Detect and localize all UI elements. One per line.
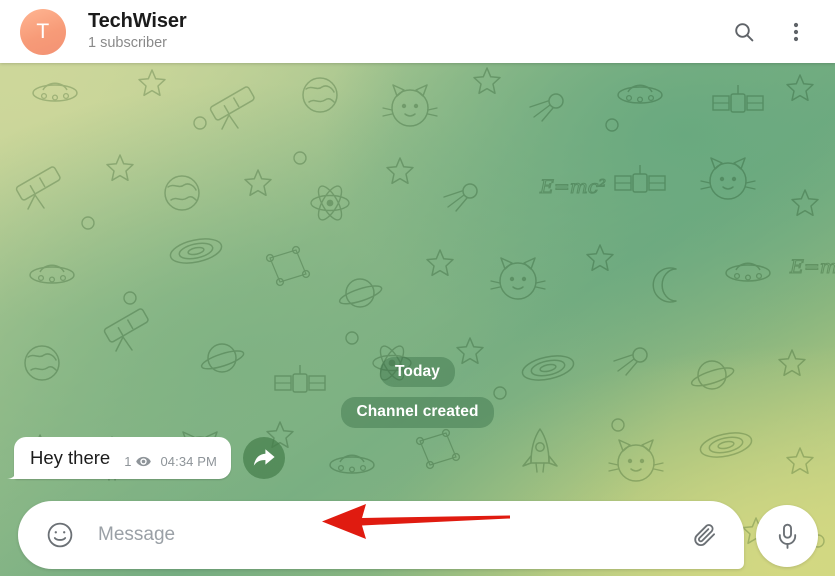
message-row: Hey there 1 04:34 PM — [14, 437, 285, 480]
view-count: 1 — [124, 454, 132, 470]
microphone-icon[interactable] — [756, 505, 818, 567]
service-message-channel-created: Channel created — [341, 397, 494, 428]
header-actions — [729, 17, 817, 47]
doodle-pattern-icon: E=mc² — [0, 63, 835, 576]
more-vertical-icon[interactable] — [781, 17, 811, 47]
message-bubble[interactable]: Hey there 1 04:34 PM — [14, 437, 231, 480]
avatar-letter: T — [36, 19, 50, 43]
eye-icon — [136, 456, 152, 467]
smiley-icon[interactable] — [44, 519, 76, 551]
forward-arrow-icon[interactable] — [242, 437, 285, 480]
telegram-channel-screen: T TechWiser 1 subscriber Today Channel c… — [0, 0, 835, 576]
message-composer — [18, 501, 744, 569]
chat-header: T TechWiser 1 subscriber — [0, 0, 835, 63]
avatar[interactable]: T — [20, 8, 66, 55]
message-time: 04:34 PM — [160, 454, 217, 470]
message-input[interactable] — [98, 524, 688, 546]
chat-header-text[interactable]: TechWiser 1 subscriber — [88, 10, 729, 54]
paperclip-icon[interactable] — [688, 518, 722, 552]
page-title: TechWiser — [88, 9, 187, 32]
service-message-date: Today — [380, 357, 455, 388]
message-text: Hey there — [30, 447, 111, 468]
search-icon[interactable] — [729, 17, 759, 47]
service-messages: Today Channel created — [0, 357, 835, 428]
subscriber-count: 1 subscriber — [88, 34, 167, 51]
message-meta: 1 04:34 PM — [124, 454, 217, 469]
chat-background: E=mc² — [0, 63, 835, 576]
